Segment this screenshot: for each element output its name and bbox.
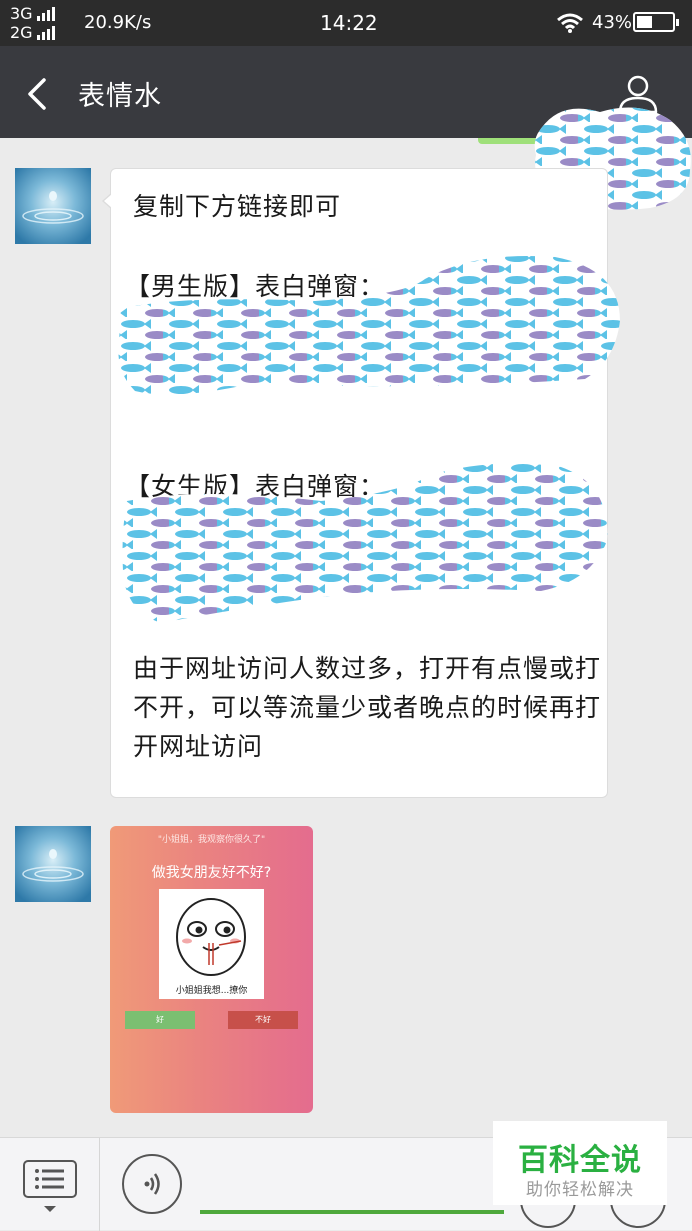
censor-blob-female-link <box>122 463 608 623</box>
message-bubble[interactable]: 复制下方链接即可 【男生版】表白弹窗： 【女生版】表白弹窗： 由于网址访问人数过… <box>102 168 620 798</box>
network-indicator: 3G 2G <box>10 4 55 42</box>
divider <box>99 1138 100 1231</box>
image-caption: 小姐姐我想...撩你 <box>175 986 248 996</box>
watermark-logo: 百科全说 助你轻松解决 <box>493 1121 667 1205</box>
network-type-top: 3G <box>10 4 33 23</box>
watermark-subtitle: 助你轻松解决 <box>526 1180 634 1200</box>
wifi-icon <box>557 13 583 33</box>
signal-icon-secondary <box>36 25 55 40</box>
no-button: 不好 <box>228 1011 298 1029</box>
image-headline: 做我女朋友好不好? <box>151 865 272 881</box>
battery-percent: 43% <box>592 12 633 33</box>
yes-button: 好 <box>125 1011 195 1029</box>
network-type-bottom: 2G <box>10 23 33 42</box>
meme-face-icon <box>176 898 246 976</box>
voice-icon[interactable] <box>122 1154 182 1214</box>
image-quote: "小姐姐，我观察你很久了" <box>157 835 266 845</box>
censor-blob-male-link <box>118 255 620 395</box>
chat-title: 表情水 <box>78 81 162 112</box>
message-line: 复制下方链接即可 <box>133 192 342 221</box>
battery-icon <box>633 12 679 32</box>
back-arrow-icon[interactable] <box>20 74 60 114</box>
avatar-2[interactable] <box>15 826 91 902</box>
watermark-title: 百科全说 <box>518 1143 642 1178</box>
network-speed: 20.9K/s <box>84 12 152 33</box>
note-text: 由于网址访问人数过多，打开有点慢或打不开，可以等流量少或者晚点的时候再打开网址访… <box>133 654 602 761</box>
meme-picture: 小姐姐我想...撩你 <box>159 889 264 999</box>
chevron-down-icon <box>44 1206 56 1212</box>
menu-list-icon[interactable] <box>23 1160 77 1198</box>
signal-icon <box>36 6 55 21</box>
image-message[interactable]: "小姐姐，我观察你很久了" 做我女朋友好不好? 小姐姐我想...撩你 好 不好 <box>110 826 313 1113</box>
message-input[interactable] <box>200 1210 504 1214</box>
status-bar: 3G 2G 20.9K/s 14:22 43% <box>0 0 692 46</box>
avatar[interactable] <box>15 168 91 244</box>
clock: 14:22 <box>320 11 378 35</box>
